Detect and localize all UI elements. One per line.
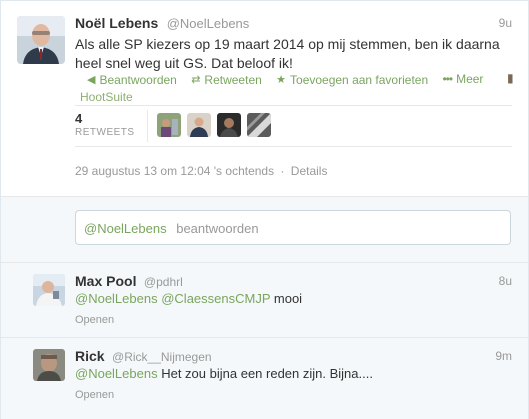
tweet-time[interactable]: 9u: [499, 16, 512, 30]
reply-body: mooi: [273, 291, 303, 306]
reply-author-screen-name[interactable]: @Rick__Nijmegen: [112, 350, 212, 364]
favorite-button[interactable]: ★ Toevoegen aan favorieten: [276, 73, 428, 87]
reply-label: Beantwoorden: [99, 72, 177, 87]
retweeter-avatars: [157, 113, 271, 137]
reply-input-mention: @NoelLebens: [84, 221, 167, 236]
timestamp-separator: ·: [280, 164, 285, 178]
open-link[interactable]: Openen: [75, 314, 114, 326]
reply-tweet[interactable]: Max Pool @pdhrl 8u @NoelLebens @Claessen…: [1, 262, 528, 338]
reply-body: Het zou bijna een reden zijn. Bijna....: [161, 366, 373, 381]
via-source-link[interactable]: HootSuite: [80, 90, 133, 104]
favorite-label: Toevoegen aan favorieten: [290, 72, 429, 87]
tweet-text: Als alle SP kiezers op 19 maart 2014 op …: [75, 36, 500, 71]
author-fullname[interactable]: Noël Lebens: [75, 15, 158, 31]
more-button[interactable]: ••• Meer: [442, 72, 483, 86]
reply-text: @NoelLebens Het zou bijna een reden zijn…: [75, 366, 373, 381]
reply-tweet[interactable]: Rick @Rick__Nijmegen 9m @NoelLebens Het …: [1, 337, 528, 419]
reply-author-screen-name[interactable]: @pdhrl: [144, 275, 183, 289]
reply-author[interactable]: Rick @Rick__Nijmegen: [75, 348, 212, 366]
reply-arrow-icon: ◀: [87, 74, 96, 86]
star-icon: ★: [276, 74, 287, 86]
main-tweet: Noël Lebens @NoelLebens 9u Als alle SP k…: [1, 1, 528, 196]
reply-text: @NoelLebens @ClaessensCMJP mooi: [75, 291, 302, 306]
avatar[interactable]: [17, 16, 65, 64]
open-link[interactable]: Openen: [75, 389, 114, 401]
tweet-timestamp: 29 augustus 13 om 12:04 's ochtends · De…: [75, 164, 327, 178]
reply-time[interactable]: 8u: [499, 274, 512, 288]
retweeter-avatar-image: [247, 113, 271, 137]
retweet-button[interactable]: ⇄ Retweeten: [191, 73, 262, 87]
reply-author-fullname[interactable]: Max Pool: [75, 273, 136, 289]
retweeter-avatar[interactable]: [217, 113, 241, 137]
mention-link[interactable]: @NoelLebens: [75, 291, 158, 306]
reply-box: @NoelLebens beantwoorden: [1, 196, 528, 263]
retweet-icon: ⇄: [191, 74, 201, 86]
retweeter-avatar-image: [187, 113, 211, 137]
reply-input-placeholder: beantwoorden: [176, 221, 259, 236]
avatar-image: [33, 349, 65, 381]
reply-time[interactable]: 9m: [495, 349, 512, 363]
avatar[interactable]: [33, 349, 65, 381]
stats-divider: [147, 110, 148, 142]
retweet-label: Retweeten: [204, 72, 262, 87]
retweeter-avatar[interactable]: [247, 113, 271, 137]
retweeter-avatar[interactable]: [157, 113, 181, 137]
reply-author[interactable]: Max Pool @pdhrl: [75, 273, 183, 291]
details-link[interactable]: Details: [291, 164, 328, 178]
mention-link[interactable]: @ClaessensCMJP: [161, 291, 270, 306]
avatar-image: [33, 274, 65, 306]
avatar[interactable]: [33, 274, 65, 306]
pin-icon[interactable]: ▮: [507, 71, 514, 85]
reply-input[interactable]: @NoelLebens beantwoorden: [75, 210, 511, 245]
more-label: Meer: [456, 72, 484, 86]
avatar-image: [17, 16, 65, 64]
retweeter-avatar[interactable]: [187, 113, 211, 137]
reply-author-fullname[interactable]: Rick: [75, 348, 105, 364]
tweet-detail-panel: Noël Lebens @NoelLebens 9u Als alle SP k…: [0, 0, 529, 419]
retweet-count-label[interactable]: RETWEETS: [75, 127, 135, 138]
mention-link[interactable]: @NoelLebens: [75, 366, 158, 381]
timestamp-text: 29 augustus 13 om 12:04 's ochtends: [75, 164, 275, 178]
tweet-actions: ◀ Beantwoorden ⇄ Retweeten ★ Toevoegen a…: [87, 72, 494, 87]
tweet-stats: 4 RETWEETS: [75, 105, 512, 147]
author-screen-name[interactable]: @NoelLebens: [167, 16, 250, 31]
more-dots-icon: •••: [442, 72, 453, 86]
tweet-author[interactable]: Noël Lebens @NoelLebens: [75, 15, 515, 33]
reply-button[interactable]: ◀ Beantwoorden: [87, 73, 177, 87]
retweeter-avatar-image: [217, 113, 241, 137]
retweeter-avatar-image: [157, 113, 181, 137]
retweet-count[interactable]: 4: [75, 111, 82, 126]
